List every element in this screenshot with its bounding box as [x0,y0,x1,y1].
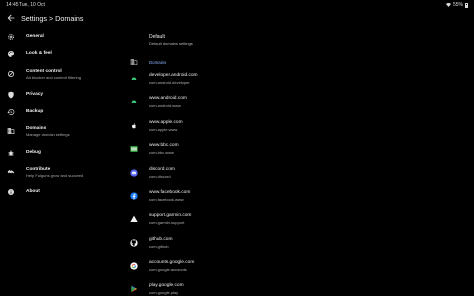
palette-icon [8,51,14,57]
status-time: 14:45 [6,2,19,8]
status-indicators: 55% [445,2,468,8]
domain-row-developer-android[interactable]: developer.android.com com.android.develo… [128,72,468,94]
sidebar-item-privacy[interactable]: Privacy [0,89,120,103]
domain-name: www.apple.com [149,120,183,125]
facebook-icon [130,192,138,200]
bug-icon [8,150,14,156]
sidebar-item-label: Contribute [26,167,51,172]
sidebar-item-domains[interactable]: Domains Manage domain settings [0,124,120,140]
domain-package: com.garmin.support [149,219,185,225]
domain-name: play.google.com [149,283,184,288]
handshake-icon [7,170,15,174]
battery-percent: 55% [452,2,463,8]
google-play-icon [131,285,137,293]
domain-package: com.android.developer [149,79,190,85]
domains-section-header: Domains [128,56,468,68]
app-bar: Settings > Domains [0,10,474,28]
arrow-back-icon[interactable] [6,13,16,23]
gear-icon [8,34,14,40]
domain-row-google-play[interactable]: play.google.com com.google.play [128,282,468,296]
default-subtitle: Default domains settings [149,40,193,46]
domain-row-facebook[interactable]: www.facebook.com com.facebook.www [128,189,468,211]
domain-name: www.facebook.com [149,190,191,195]
sidebar-item-label: Look & feel [26,51,52,56]
android-icon [131,77,137,80]
domain-package: com.apple.www [149,126,178,132]
sidebar-item-label: Backup [26,109,44,114]
domain-row-discord[interactable]: discord.com com.discord [128,166,468,188]
sidebar-item-general[interactable]: General [0,30,120,44]
sidebar-item-label: Debug [26,150,41,155]
shield-icon [8,91,14,99]
domain-row-garmin[interactable]: support.garmin.com com.garmin.support [128,212,468,234]
domain-name: accounts.google.com [149,260,195,265]
sidebar-item-backup[interactable]: Backup [0,106,120,120]
domain-name: www.bbc.com [149,143,179,148]
block-icon [7,70,15,78]
domain-package: com.discord [149,173,171,179]
info-icon [8,189,14,195]
sidebar-item-label: Privacy [26,91,44,97]
battery-icon [465,2,468,8]
sidebar-item-look-and-feel[interactable]: Look & feel [0,48,120,62]
domain-name: www.android.com [149,96,187,101]
domain-name: github.com [149,237,173,242]
domain-row-github[interactable]: github.com com.github [128,236,468,258]
domain-package: com.github [149,243,169,249]
sidebar-item-about[interactable]: About [0,187,120,201]
sidebar-item-label: General [26,34,44,39]
sidebar-item-label: Domains [26,126,47,131]
domain-row-android[interactable]: www.android.com com.android.www [128,95,468,117]
status-bar: 14:45 Tue, 10 Oct 55% [0,0,474,9]
default-domain-settings[interactable]: Default Default domains settings [128,30,468,48]
sidebar-item-label: About [26,189,40,194]
domain-name: support.garmin.com [149,213,192,218]
domain-package: com.bbc.www [149,149,174,155]
google-icon [130,262,138,270]
domain-row-bbc[interactable]: www.bbc.com com.bbc.www [128,142,468,164]
default-title: Default [149,34,165,40]
sidebar-item-subtitle: Ad blocker and content filtering [26,75,81,80]
domain-name: discord.com [149,167,175,172]
domain-package: com.facebook.www [149,196,184,202]
sidebar-item-subtitle: Help Fulguris grow and succeed [26,173,84,178]
domain-name: developer.android.com [149,73,198,78]
android-icon [131,100,137,103]
domain-package: com.google.play [149,289,179,295]
sidebar-item-content-control[interactable]: Content control Ad blocker and content f… [0,67,120,83]
github-icon [130,239,138,247]
domain-icon [7,128,15,134]
domain-row-google-accounts[interactable]: accounts.google.com com.google.accounts [128,259,468,281]
apple-icon [132,123,136,129]
status-date: Tue, 10 Oct [19,2,45,8]
sidebar-item-contribute[interactable]: Contribute Help Fulguris grow and succee… [0,165,120,181]
domain-row-apple[interactable]: www.apple.com com.apple.www [128,119,468,141]
sidebar-item-debug[interactable]: Debug [0,147,120,161]
section-label: Domains [149,59,167,65]
bbc-icon [130,146,138,152]
sidebar-item-subtitle: Manage domain settings [26,132,70,137]
page-title: Settings > Domains [21,13,84,23]
wifi-icon [445,3,451,7]
sidebar-item-label: Content control [26,69,62,74]
backup-icon [7,108,15,115]
domain-package: com.google.accounts [149,266,187,272]
discord-icon [130,169,138,177]
domain-icon [130,59,138,65]
garmin-icon [130,215,138,222]
domain-package: com.android.www [149,102,181,108]
